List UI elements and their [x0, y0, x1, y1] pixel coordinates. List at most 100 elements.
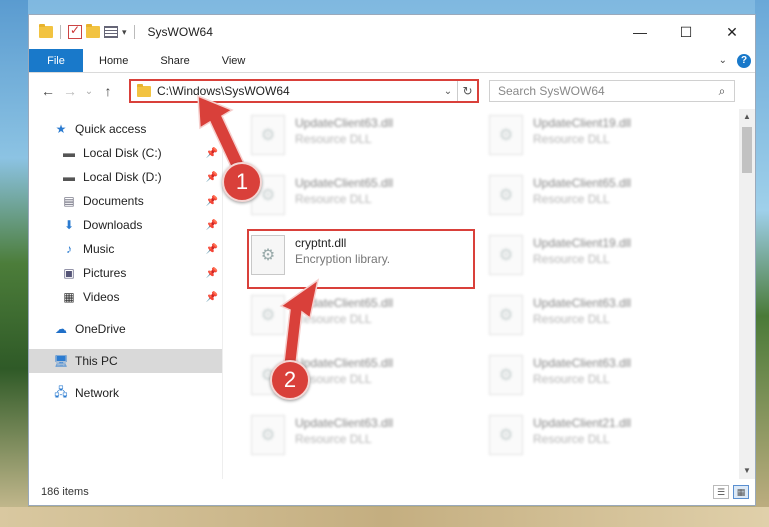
- maximize-button[interactable]: ☐: [663, 15, 709, 49]
- pin-icon[interactable]: 📌: [206, 172, 218, 183]
- drive-icon: ▬: [63, 170, 75, 184]
- list-item[interactable]: ⚙ UpdateClient65.dll Resource DLL: [489, 175, 709, 227]
- file-name: UpdateClient63.dll: [533, 356, 632, 370]
- sidebar-item-local-disk-c[interactable]: ▬ Local Disk (C:) 📌: [29, 141, 222, 165]
- file-name: UpdateClient65.dll: [295, 176, 394, 190]
- minimize-button[interactable]: —: [617, 15, 663, 49]
- pin-icon[interactable]: 📌: [206, 244, 218, 255]
- dll-file-icon: ⚙: [489, 295, 523, 335]
- search-input[interactable]: Search SysWOW64 ⌕: [489, 80, 735, 102]
- address-row: ← → ⌄ ↑ C:\Windows\SysWOW64 ⌄ ↻ Search S…: [29, 73, 755, 109]
- scrollbar-thumb[interactable]: [742, 127, 752, 173]
- details-view-icon[interactable]: ☰: [713, 485, 729, 499]
- scroll-down-icon[interactable]: ▼: [739, 463, 755, 479]
- close-button[interactable]: ✕: [709, 15, 755, 49]
- maximize-icon: ☐: [679, 23, 693, 40]
- tiles-view-icon[interactable]: ▦: [733, 485, 749, 499]
- pin-icon[interactable]: 📌: [206, 268, 218, 279]
- sidebar-item-label: Pictures: [83, 266, 127, 280]
- address-bar[interactable]: C:\Windows\SysWOW64 ⌄ ↻: [129, 79, 479, 103]
- sidebar-item-network[interactable]: 🖧 Network: [29, 381, 222, 405]
- up-arrow-icon[interactable]: ↑: [97, 83, 119, 99]
- sidebar-item-local-disk-d[interactable]: ▬ Local Disk (D:) 📌: [29, 165, 222, 189]
- cloud-icon: ☁: [55, 322, 67, 336]
- sidebar-item-downloads[interactable]: ⬇ Downloads 📌: [29, 213, 222, 237]
- list-item[interactable]: ⚙ UpdateClient65.dll Resource DLL: [251, 175, 471, 227]
- list-item[interactable]: ⚙ UpdateClient63.dll Resource DLL: [251, 415, 471, 467]
- sidebar-item-label: Documents: [83, 194, 144, 208]
- sidebar-item-videos[interactable]: ▦ Videos 📌: [29, 285, 222, 309]
- list-item[interactable]: ⚙ UpdateClient63.dll Resource DLL: [489, 355, 709, 407]
- file-description: Resource DLL: [533, 432, 610, 446]
- sidebar-item-this-pc[interactable]: 🖥 This PC: [29, 349, 222, 373]
- file-description: Resource DLL: [533, 192, 610, 206]
- list-item[interactable]: ⚙ UpdateClient19.dll Resource DLL: [489, 115, 709, 167]
- dll-file-icon: ⚙: [489, 355, 523, 395]
- sidebar-item-quick-access[interactable]: ★ Quick access: [29, 117, 222, 141]
- ribbon-right: ⌄ ?: [719, 49, 755, 72]
- toolbar-separator: [133, 25, 135, 39]
- sidebar-item-label: Local Disk (C:): [83, 146, 162, 160]
- list-item[interactable]: ⚙ UpdateClient21.dll Resource DLL: [489, 415, 709, 467]
- scroll-up-icon[interactable]: ▲: [739, 109, 755, 125]
- window-controls: — ☐ ✕: [617, 15, 755, 49]
- tab-file[interactable]: File: [29, 49, 83, 72]
- dll-file-icon: ⚙: [489, 115, 523, 155]
- drive-icon: ▬: [63, 146, 75, 160]
- pin-icon[interactable]: 📌: [206, 148, 218, 159]
- network-icon: 🖧: [54, 384, 68, 399]
- music-icon: ♪: [66, 242, 72, 256]
- quick-access-toolbar: ▾: [39, 23, 138, 39]
- sidebar-item-label: Music: [83, 242, 115, 256]
- file-description: Resource DLL: [295, 192, 372, 206]
- properties-icon[interactable]: [104, 26, 118, 38]
- list-item[interactable]: ⚙ UpdateClient63.dll Resource DLL: [251, 115, 471, 167]
- new-folder-icon[interactable]: [86, 24, 100, 38]
- file-description: Resource DLL: [533, 252, 610, 266]
- list-item[interactable]: ⚙ UpdateClient63.dll Resource DLL: [489, 295, 709, 347]
- file-name: UpdateClient65.dll: [295, 356, 394, 370]
- sidebar-item-label: This PC: [75, 354, 118, 368]
- star-icon: ★: [55, 122, 67, 136]
- sidebar-item-documents[interactable]: ▤ Documents 📌: [29, 189, 222, 213]
- back-arrow-icon[interactable]: ←: [37, 83, 59, 99]
- step-badge-1: 1: [222, 162, 262, 202]
- customize-toolbar-dropdown[interactable]: ▾: [122, 27, 127, 38]
- sidebar-item-label: Downloads: [83, 218, 143, 232]
- close-icon: ✕: [726, 23, 738, 40]
- downloads-icon: ⬇: [63, 218, 75, 232]
- properties-check-icon[interactable]: [68, 23, 82, 39]
- pin-icon[interactable]: 📌: [206, 220, 218, 231]
- status-bar: 186 items ☰ ▦: [29, 479, 755, 505]
- item-count: 186 items: [41, 486, 89, 498]
- toolbar-separator: [60, 25, 61, 39]
- tab-view[interactable]: View: [206, 49, 262, 72]
- sidebar-item-onedrive[interactable]: ☁ OneDrive: [29, 317, 222, 341]
- forward-arrow-icon[interactable]: →: [59, 83, 81, 99]
- address-path[interactable]: C:\Windows\SysWOW64: [157, 84, 290, 98]
- list-item[interactable]: ⚙ UpdateClient19.dll Resource DLL: [489, 235, 709, 287]
- file-name: UpdateClient63.dll: [295, 416, 394, 430]
- folder-icon: [39, 24, 53, 38]
- address-dropdown-chevron-icon[interactable]: ⌄: [439, 86, 457, 97]
- sidebar-item-pictures[interactable]: ▣ Pictures 📌: [29, 261, 222, 285]
- file-description: Resource DLL: [533, 312, 610, 326]
- help-button[interactable]: ?: [737, 53, 751, 68]
- file-description: Resource DLL: [533, 372, 610, 386]
- list-item[interactable]: ⚙ UpdateClient65.dll Resource DLL: [251, 295, 471, 347]
- desktop-background-right: [755, 0, 769, 527]
- dll-file-icon: ⚙: [251, 115, 285, 155]
- file-name: UpdateClient63.dll: [533, 296, 632, 310]
- expand-ribbon-chevron-icon[interactable]: ⌄: [719, 55, 727, 66]
- tab-share[interactable]: Share: [144, 49, 205, 72]
- recent-locations-chevron-icon[interactable]: ⌄: [81, 86, 97, 97]
- minimize-icon: —: [633, 24, 647, 40]
- refresh-icon[interactable]: ↻: [457, 81, 477, 101]
- search-icon[interactable]: ⌕: [710, 84, 734, 99]
- tab-home[interactable]: Home: [83, 49, 144, 72]
- pin-icon[interactable]: 📌: [206, 292, 218, 303]
- vertical-scrollbar[interactable]: ▲ ▼: [739, 109, 755, 479]
- pin-icon[interactable]: 📌: [206, 196, 218, 207]
- sidebar-item-music[interactable]: ♪ Music 📌: [29, 237, 222, 261]
- sidebar-item-label: Videos: [83, 290, 120, 304]
